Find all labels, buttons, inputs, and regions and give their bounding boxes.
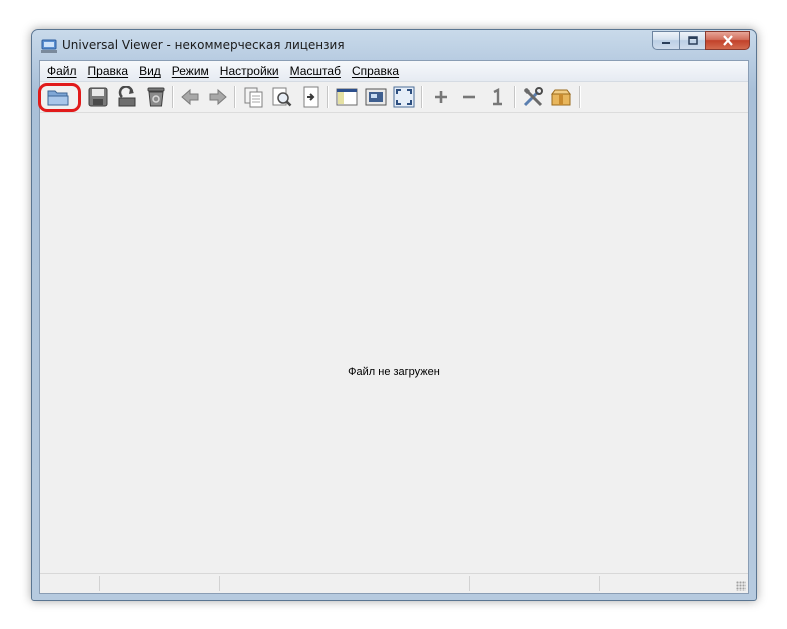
menu-settings[interactable]: Настройки (216, 64, 283, 78)
open-folder-icon (47, 90, 69, 106)
menu-help[interactable]: Справка (348, 64, 403, 78)
maximize-icon (687, 36, 698, 45)
tools-icon (523, 87, 543, 107)
app-window: Universal Viewer - некоммерческая лиценз… (31, 29, 757, 601)
close-button[interactable] (705, 31, 750, 50)
arrow-right-icon (209, 88, 227, 106)
arrow-left-icon (181, 88, 199, 106)
settings-button[interactable] (521, 85, 545, 109)
open-button[interactable] (46, 85, 70, 109)
status-pane (100, 576, 220, 591)
save-button[interactable] (86, 85, 110, 109)
toolbar-separator (579, 86, 581, 108)
reload-icon (118, 86, 136, 107)
toolbar-separator (514, 86, 516, 108)
resize-grip[interactable] (736, 581, 746, 591)
toolbar-separator (172, 86, 174, 108)
no-file-message: Файл не загружен (348, 366, 440, 378)
toolbar-separator (327, 86, 329, 108)
minimize-button[interactable] (652, 31, 679, 50)
recycle-bin-icon (147, 87, 165, 107)
zoom-out-icon (463, 95, 475, 99)
menu-view[interactable]: Вид (135, 64, 165, 78)
zoom-out-button[interactable] (457, 85, 481, 109)
viewer-area[interactable]: Файл не загружен (40, 113, 748, 573)
client-area: Файл Правка Вид Режим Настройки Масштаб … (38, 60, 749, 594)
copy-button[interactable] (242, 85, 266, 109)
back-button[interactable] (178, 85, 202, 109)
goto-icon (303, 86, 319, 108)
reload-button[interactable] (115, 85, 139, 109)
close-icon (722, 35, 733, 46)
fullscreen-button[interactable] (392, 85, 416, 109)
title-bar[interactable]: Universal Viewer - некоммерческая лиценз… (32, 30, 756, 60)
zoom-in-icon (435, 91, 447, 103)
goto-button[interactable] (299, 85, 323, 109)
forward-button[interactable] (206, 85, 230, 109)
actual-size-button[interactable] (485, 85, 509, 109)
find-button[interactable] (270, 85, 294, 109)
toolbar (38, 82, 748, 113)
menu-file[interactable]: Файл (43, 64, 81, 78)
toolbar-separator (234, 86, 236, 108)
zoom-in-button[interactable] (429, 85, 453, 109)
package-icon (551, 89, 571, 106)
actual-size-icon (493, 88, 502, 106)
plugins-button[interactable] (549, 85, 573, 109)
menu-edit[interactable]: Правка (84, 64, 133, 78)
find-icon (272, 87, 292, 107)
maximize-button[interactable] (679, 31, 705, 50)
app-icon (41, 39, 57, 53)
status-bar (40, 573, 748, 593)
copy-icon (244, 87, 263, 108)
panel-button[interactable] (335, 85, 359, 109)
menu-mode[interactable]: Режим (168, 64, 213, 78)
show-image-icon (365, 88, 387, 106)
menu-bar: Файл Правка Вид Режим Настройки Масштаб … (40, 61, 748, 82)
show-image-button[interactable] (364, 85, 388, 109)
status-pane (470, 576, 600, 591)
fullscreen-icon (393, 86, 415, 108)
toolbar-separator (421, 86, 423, 108)
save-icon (88, 87, 108, 107)
panel-icon (336, 88, 358, 106)
menu-zoom[interactable]: Масштаб (286, 64, 345, 78)
status-pane (40, 576, 100, 591)
delete-button[interactable] (144, 85, 168, 109)
window-title: Universal Viewer - некоммерческая лиценз… (62, 38, 345, 52)
caption-buttons (652, 31, 750, 51)
status-pane (220, 576, 470, 591)
minimize-icon (662, 41, 670, 44)
